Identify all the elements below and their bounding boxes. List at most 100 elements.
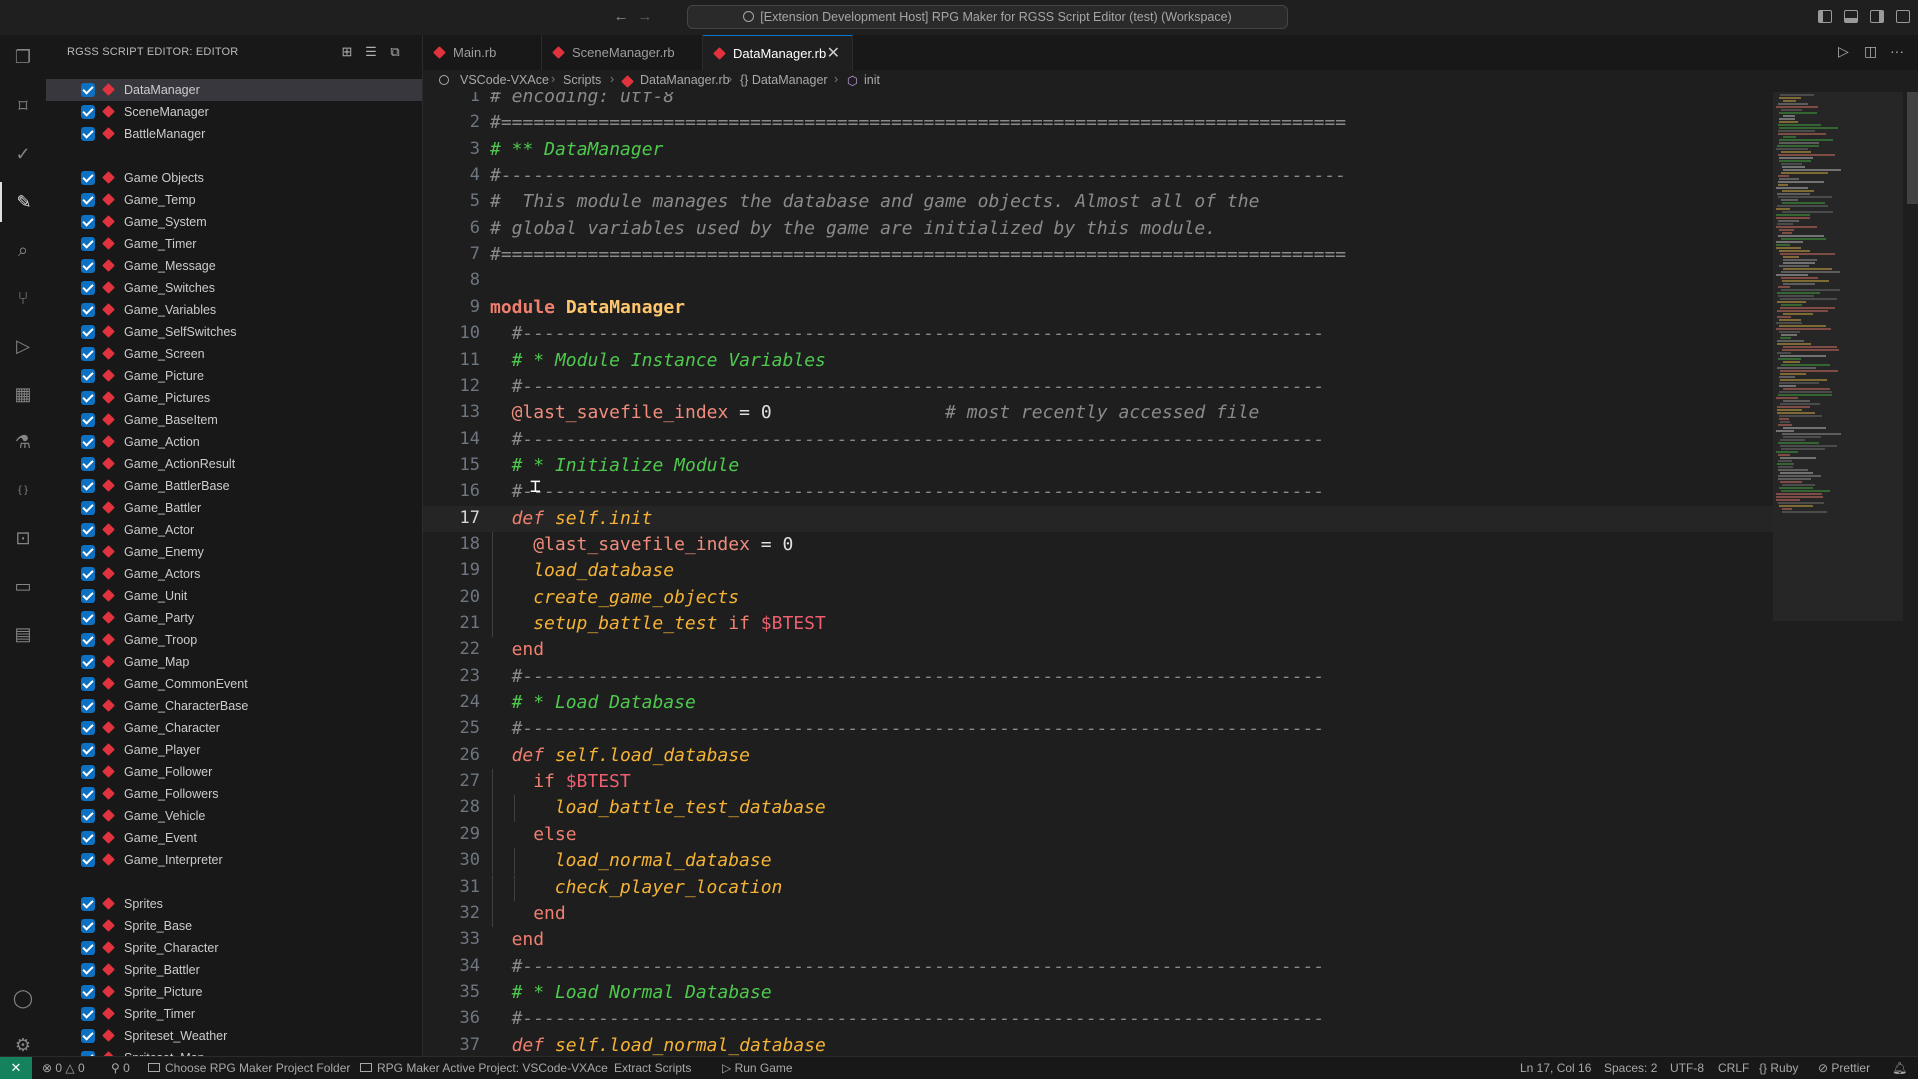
code-line[interactable]: 3 # ** DataManager [423, 137, 1773, 163]
script-enabled-checkbox[interactable] [81, 193, 95, 207]
script-enabled-checkbox[interactable] [81, 963, 95, 977]
script-enabled-checkbox[interactable] [81, 303, 95, 317]
script-enabled-checkbox[interactable] [81, 435, 95, 449]
script-tree-item[interactable]: Game_Actor [46, 519, 422, 541]
script-enabled-checkbox[interactable] [81, 1029, 95, 1043]
script-enabled-checkbox[interactable] [81, 589, 95, 603]
script-enabled-checkbox[interactable] [81, 655, 95, 669]
code-line[interactable]: 23 #-------------------------------------… [423, 664, 1773, 690]
script-tree-item[interactable]: Game_Troop [46, 629, 422, 651]
script-tree-item[interactable]: Game_Followers [46, 783, 422, 805]
code-line[interactable]: 30 load_normal_database [423, 848, 1773, 875]
breadcrumb-item[interactable]: DataManager.rb [640, 73, 730, 87]
script-enabled-checkbox[interactable] [81, 677, 95, 691]
script-enabled-checkbox[interactable] [81, 479, 95, 493]
script-tree-item[interactable]: Spriteset_Weather [46, 1025, 422, 1047]
remote-explorer-icon[interactable]: ⊡ [0, 518, 46, 558]
new-script-icon[interactable]: ⊞ [339, 44, 355, 60]
script-tree-item[interactable]: SceneManager [46, 101, 422, 123]
remote-indicator[interactable]: ✕ [0, 1057, 32, 1079]
source-control-icon[interactable]: ⑂ [0, 278, 46, 318]
search-icon[interactable]: ⌕ [0, 230, 46, 270]
json-icon[interactable]: { } [0, 470, 46, 510]
code-line[interactable]: 7 #======================================… [423, 242, 1773, 268]
script-enabled-checkbox[interactable] [81, 743, 95, 757]
script-tree-item[interactable]: Game Objects [46, 167, 422, 189]
script-enabled-checkbox[interactable] [81, 215, 95, 229]
code-line[interactable]: 26 def self.load_database [423, 743, 1773, 769]
tab-scenemanager-rb[interactable]: SceneManager.rb [542, 35, 703, 70]
run-game-button[interactable]: ▷ Run Game [722, 1061, 793, 1075]
code-line[interactable]: 27 if $BTEST [423, 769, 1773, 796]
script-enabled-checkbox[interactable] [81, 259, 95, 273]
code-line[interactable]: 24 # * Load Database [423, 690, 1773, 716]
script-tree-item[interactable]: Game_Map [46, 651, 422, 673]
testing-check-icon[interactable]: ✓ [0, 134, 46, 174]
script-tree-item[interactable]: Sprites [46, 893, 422, 915]
code-line[interactable]: 1 # encoding: utf-8 [423, 92, 1773, 110]
script-enabled-checkbox[interactable] [81, 1007, 95, 1021]
code-line[interactable]: 18 @last_savefile_index = 0 [423, 531, 1773, 559]
script-enabled-checkbox[interactable] [81, 809, 95, 823]
choose-project-folder-button[interactable]: Choose RPG Maker Project Folder [165, 1061, 350, 1075]
code-line[interactable]: 35 # * Load Normal Database [423, 980, 1773, 1006]
tab-main-rb[interactable]: Main.rb [423, 35, 542, 70]
code-line[interactable]: 19 load_database [423, 558, 1773, 585]
breadcrumb-item[interactable]: {} DataManager [740, 73, 828, 87]
script-tree-item[interactable]: Game_Enemy [46, 541, 422, 563]
indentation-indicator[interactable]: Spaces: 2 [1604, 1061, 1657, 1075]
script-enabled-checkbox[interactable] [81, 853, 95, 867]
toggle-primary-sidebar-icon[interactable] [1818, 10, 1832, 23]
code-line[interactable]: 11 # * Module Instance Variables [423, 348, 1773, 374]
collapse-all-icon[interactable]: ⧉ [387, 44, 403, 60]
tab-datamanager-rb[interactable]: DataManager.rb ✕ [703, 35, 853, 70]
script-tree-item[interactable]: Game_Timer [46, 233, 422, 255]
script-tree-item[interactable]: Game_Variables [46, 299, 422, 321]
script-tree-item[interactable]: Game_Pictures [46, 387, 422, 409]
minimap[interactable] [1773, 92, 1918, 1056]
collapse-list-icon[interactable]: ☰ [363, 44, 379, 60]
script-enabled-checkbox[interactable] [81, 83, 95, 97]
script-enabled-checkbox[interactable] [81, 787, 95, 801]
script-tree-item[interactable]: Game_Actors [46, 563, 422, 585]
code-line[interactable]: 20 create_game_objects [423, 584, 1773, 611]
code-line[interactable]: 36 #-------------------------------------… [423, 1006, 1773, 1032]
prettier-indicator[interactable]: ⊘ Prettier [1818, 1061, 1870, 1075]
script-enabled-checkbox[interactable] [81, 369, 95, 383]
forward-arrow-icon[interactable]: → [634, 6, 656, 28]
script-enabled-checkbox[interactable] [81, 105, 95, 119]
code-line[interactable]: 29 else [423, 821, 1773, 849]
script-enabled-checkbox[interactable] [81, 567, 95, 581]
code-line[interactable]: 21 setup_battle_test if $BTEST [423, 611, 1773, 638]
code-editor[interactable]: 1 # encoding: utf-8 2 #====================… [423, 92, 1773, 1056]
language-mode[interactable]: {} Ruby [1759, 1061, 1798, 1075]
script-tree-item[interactable]: Game_Screen [46, 343, 422, 365]
command-center-search[interactable]: [Extension Development Host] RPG Maker f… [687, 5, 1288, 29]
script-tree-item[interactable]: Game_Player [46, 739, 422, 761]
breadcrumb-item[interactable]: VSCode-VXAce [460, 73, 549, 87]
code-line[interactable]: 15 # * Initialize Module [423, 453, 1773, 479]
code-line[interactable]: 34 #-------------------------------------… [423, 954, 1773, 980]
script-enabled-checkbox[interactable] [81, 897, 95, 911]
script-tree-item[interactable]: Game_BattlerBase [46, 475, 422, 497]
code-line[interactable]: 28 load_battle_test_database [423, 795, 1773, 822]
eol-indicator[interactable]: CRLF [1718, 1061, 1749, 1075]
script-enabled-checkbox[interactable] [81, 325, 95, 339]
code-line[interactable]: 22 end [423, 637, 1773, 663]
notifications-bell-icon[interactable]: 🔔︎ [1892, 1061, 1907, 1075]
run-debug-icon[interactable]: ▷ [0, 326, 46, 366]
script-enabled-checkbox[interactable] [81, 919, 95, 933]
script-enabled-checkbox[interactable] [81, 391, 95, 405]
script-enabled-checkbox[interactable] [81, 611, 95, 625]
script-tree-item[interactable]: Game_BaseItem [46, 409, 422, 431]
script-tree-item[interactable]: Sprite_Character [46, 937, 422, 959]
vertical-scrollbar[interactable] [1907, 92, 1918, 204]
code-line[interactable]: 31 check_player_location [423, 874, 1773, 901]
script-tree-item[interactable]: Game_Vehicle [46, 805, 422, 827]
extract-scripts-button[interactable]: Extract Scripts [614, 1061, 691, 1075]
script-enabled-checkbox[interactable] [81, 281, 95, 295]
rgss-script-editor-icon[interactable]: ✎ [0, 182, 46, 222]
breadcrumb-item[interactable]: Scripts [563, 73, 601, 87]
script-enabled-checkbox[interactable] [81, 413, 95, 427]
script-tree-item[interactable]: Game_Action [46, 431, 422, 453]
